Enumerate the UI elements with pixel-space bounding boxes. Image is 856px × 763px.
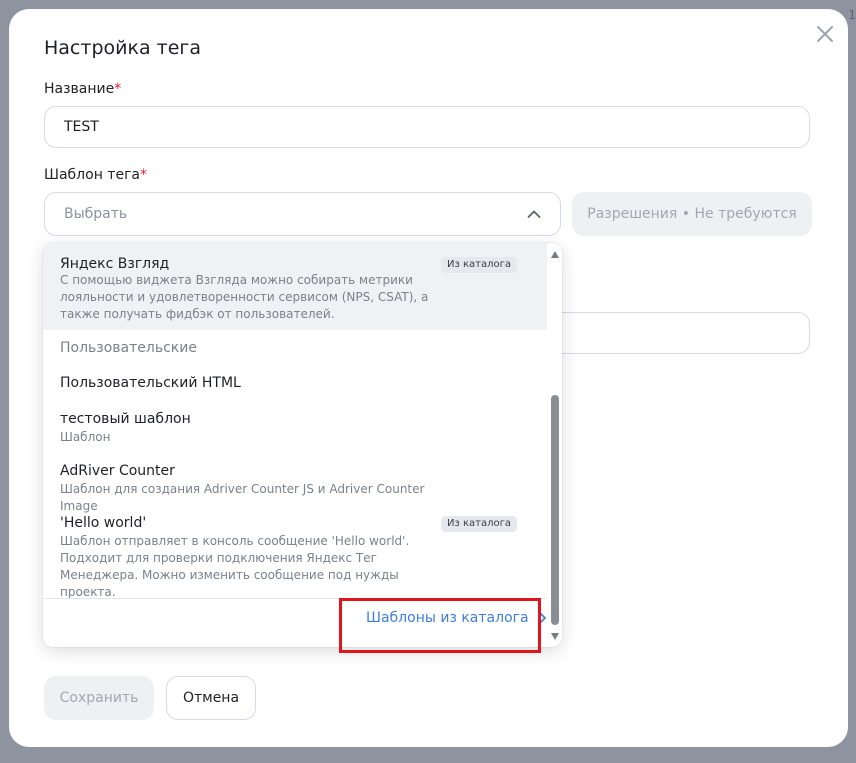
template-select[interactable]: Выбрать	[44, 192, 561, 236]
name-label: Название*	[44, 81, 122, 97]
catalog-badge: Из каталога	[441, 257, 517, 273]
item-description: С помощью виджета Взгляда можно собирать…	[60, 273, 429, 321]
item-description: Шаблон	[60, 430, 111, 444]
dropdown-item-yandex-vzglyad[interactable]: Яндекс Взгляд Из каталога С помощью видж…	[43, 243, 547, 330]
name-input[interactable]: TEST	[44, 106, 810, 148]
item-name: 'Hello world'	[60, 515, 147, 531]
template-placeholder: Выбрать	[64, 206, 128, 222]
template-dropdown: Яндекс Взгляд Из каталога С помощью видж…	[43, 243, 562, 647]
template-label: Шаблон тега*	[44, 167, 148, 183]
dropdown-item-custom-html[interactable]: Пользовательский HTML	[43, 367, 547, 401]
annotation-highlight-box	[339, 598, 541, 653]
dropdown-item-adriver-counter[interactable]: AdRiver Counter Шаблон для создания Adri…	[43, 455, 547, 513]
item-name: Пользовательский HTML	[60, 375, 241, 391]
save-button[interactable]: Сохранить	[44, 676, 154, 720]
dropdown-scrollbar[interactable]	[548, 243, 562, 647]
close-icon[interactable]	[814, 23, 836, 45]
required-mark: *	[140, 167, 148, 183]
item-name: Яндекс Взгляд	[60, 256, 170, 272]
modal-title: Настройка тега	[44, 37, 202, 59]
scroll-up-arrow-icon[interactable]	[551, 251, 559, 258]
dropdown-item-hello-world[interactable]: 'Hello world' Из каталога Шаблон отправл…	[43, 507, 547, 599]
scroll-down-arrow-icon[interactable]	[551, 633, 559, 640]
item-name: AdRiver Counter	[60, 463, 175, 479]
catalog-badge: Из каталога	[441, 516, 517, 532]
required-mark: *	[114, 81, 122, 97]
background-edge-glyph: 1	[848, 8, 856, 22]
cancel-button[interactable]: Отмена	[166, 676, 256, 720]
chevron-up-icon	[527, 210, 541, 218]
item-name: тестовый шаблон	[60, 411, 191, 427]
name-input-value: TEST	[64, 119, 99, 135]
permissions-button[interactable]: Разрешения • Не требуются	[572, 192, 812, 236]
scrollbar-thumb[interactable]	[551, 395, 559, 625]
group-label-custom: Пользовательские	[60, 340, 197, 356]
item-description: Шаблон отправляет в консоль сообщение 'H…	[60, 534, 410, 599]
dropdown-item-test-template[interactable]: тестовый шаблон Шаблон	[43, 403, 547, 453]
